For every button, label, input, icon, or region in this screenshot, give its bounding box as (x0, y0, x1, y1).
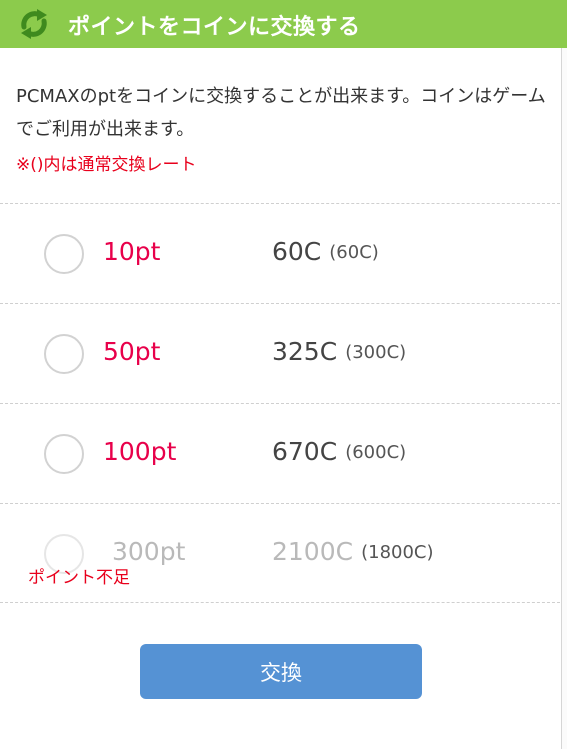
option-points: 300pt (112, 537, 186, 566)
exchange-button[interactable]: 交換 (140, 644, 422, 699)
coin-amount: 670C (272, 437, 338, 466)
option-row-10pt[interactable]: 10pt 60C (60C) (0, 203, 560, 303)
option-row-100pt[interactable]: 100pt 670C (600C) (0, 403, 560, 503)
rate-note: ※()内は通常交換レート (16, 155, 197, 175)
option-coins: 670C (600C) (272, 437, 406, 466)
option-coins: 2100C (1800C) (272, 537, 434, 566)
description-text: PCMAXのptをコインに交換することが出来ます。コインはゲームでご利用が出来ま… (16, 86, 546, 140)
radio-button[interactable] (44, 334, 84, 374)
option-coins: 60C (60C) (272, 237, 379, 266)
option-row-50pt[interactable]: 50pt 325C (300C) (0, 303, 560, 403)
radio-button[interactable] (44, 234, 84, 274)
option-points: 10pt (103, 237, 161, 266)
option-coins: 325C (300C) (272, 337, 406, 366)
normal-rate: (60C) (329, 242, 379, 263)
coin-amount: 60C (272, 237, 322, 266)
option-points: 50pt (103, 337, 161, 366)
normal-rate: (600C) (345, 442, 407, 463)
coin-amount: 325C (272, 337, 338, 366)
exchange-arrows-icon (21, 9, 47, 39)
radio-button[interactable] (44, 434, 84, 474)
divider (0, 602, 560, 603)
insufficient-points-warning: ポイント不足 (28, 568, 130, 588)
page-header: ポイントをコインに交換する (0, 0, 567, 48)
normal-rate: (1800C) (361, 542, 434, 563)
coin-amount: 2100C (272, 537, 354, 566)
normal-rate: (300C) (345, 342, 407, 363)
scroll-edge (561, 48, 567, 749)
page-title: ポイントをコインに交換する (68, 15, 361, 40)
option-points: 100pt (103, 437, 177, 466)
option-row-300pt: 300pt 2100C (1800C) ポイント不足 (0, 503, 560, 603)
